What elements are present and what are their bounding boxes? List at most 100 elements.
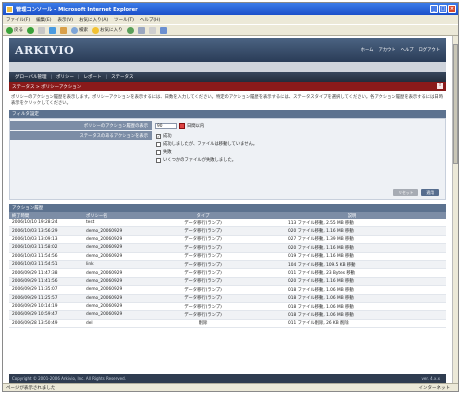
cell-description: 011 ファイル移動, 23 Bytes 移動 <box>288 271 355 277</box>
table-row[interactable]: 2006/10/03 11:54:56 demo_20060929 データ移行(ラン… <box>9 253 446 261</box>
table-row[interactable]: 2006/10/10 19:28:24 test データ移行(ランプ) 113 ファイ… <box>9 219 446 228</box>
cell-type: データ移行(ランプ) <box>184 262 222 268</box>
days-input[interactable]: 90 <box>155 122 177 129</box>
cell-end-time[interactable]: 2006/10/03 11:54:56 <box>9 254 84 259</box>
close-button[interactable]: × <box>448 5 456 13</box>
star-icon <box>92 26 99 34</box>
home-link[interactable]: ホーム <box>361 47 374 53</box>
cell-end-time[interactable]: 2006/10/10 19:28:24 <box>9 220 84 225</box>
cell-end-time[interactable]: 2006/10/03 11:58:02 <box>9 245 84 250</box>
col-policy-name[interactable]: ポリシー名 <box>84 213 148 219</box>
menu-tools[interactable]: ツール(T) <box>114 17 134 23</box>
menu-favorites[interactable]: お気に入り(A) <box>79 17 108 23</box>
table-row[interactable]: 2006/09/29 10:14:19 demo_20060929 データ移行(ラン… <box>9 303 446 312</box>
reset-button[interactable]: リセット <box>393 189 419 196</box>
menu-file[interactable]: ファイル(F) <box>6 17 30 23</box>
page-footer: Copyright © 2001-2006 Arkivio, Inc. All … <box>9 374 446 383</box>
stop-icon[interactable] <box>38 26 45 34</box>
cell-description: 104 ファイル移動, 109.5 KB 移動 <box>288 262 356 268</box>
calendar-icon[interactable] <box>179 122 185 129</box>
back-button[interactable]: 戻る <box>6 26 23 34</box>
cell-type: データ移行(ランプ) <box>184 254 222 260</box>
nav-separator: | <box>105 74 108 80</box>
table-row[interactable]: 2006/10/03 13:09:13 demo_20060929 データ移行(ラン… <box>9 236 446 245</box>
menu-edit[interactable]: 編集(E) <box>36 17 51 23</box>
status-bar: ページが表示されました インターネット <box>3 383 458 391</box>
cell-description: 019 ファイル移動, 1.16 MB 移動 <box>288 254 354 260</box>
print-icon[interactable] <box>148 26 156 34</box>
table-row[interactable]: 2006/10/03 11:54:51 link データ移行(ランプ) 104 ファイ… <box>9 260 446 270</box>
table-row[interactable]: 2006/10/03 13:56:29 demo_20060929 データ移行(ラン… <box>9 227 446 236</box>
forward-arrow-icon[interactable] <box>27 26 34 34</box>
status-option-partial[interactable]: いくつかのファイルが失敗しました。 <box>156 156 257 164</box>
cell-policy-name: link <box>86 262 94 268</box>
col-description[interactable]: 説明 <box>258 213 446 219</box>
table-row[interactable]: 2006/09/29 11:25:57 demo_20060929 データ移行(ラン… <box>9 294 446 303</box>
table-body: 2006/10/10 19:28:24 test データ移行(ランプ) 113 ファイ… <box>9 219 446 329</box>
breadcrumb: ステータス > ポリシーアクション ! <box>9 82 446 91</box>
cell-description: 018 ファイル移動, 1.06 MB 移動 <box>288 304 354 310</box>
refresh-icon[interactable] <box>49 26 56 34</box>
table-row[interactable]: 2006/09/29 11:35:07 demo_20060929 データ移行(ラン… <box>9 286 446 295</box>
ie-icon <box>6 5 13 13</box>
cell-end-time[interactable]: 2006/09/29 10:59:47 <box>9 312 84 317</box>
checkbox[interactable] <box>156 157 161 163</box>
minimize-button[interactable]: _ <box>430 5 438 13</box>
cell-policy-name: test <box>86 220 95 226</box>
nav-report[interactable]: レポート <box>84 74 102 80</box>
cell-policy-name: demo_20060929 <box>86 312 123 318</box>
status-option-no-move[interactable]: 成功しましたが、ファイルは移動していません。 <box>156 140 257 148</box>
cell-policy-name: demo_20060929 <box>86 253 123 259</box>
status-option-success[interactable]: ✓ 成功 <box>156 132 257 140</box>
scroll-thumb[interactable] <box>453 44 458 164</box>
cell-end-time[interactable]: 2006/09/28 13:50:49 <box>9 321 84 326</box>
cell-type: データ移行(ランプ) <box>184 304 222 310</box>
menu-view[interactable]: 表示(V) <box>57 17 73 23</box>
cell-description: 018 ファイル移動, 1.06 MB 移動 <box>288 296 354 302</box>
nav-global-admin[interactable]: グローバル管理 <box>15 74 46 80</box>
cell-end-time[interactable]: 2006/09/29 11:41:56 <box>9 279 84 284</box>
search-button[interactable]: 検索 <box>71 26 88 34</box>
cell-end-time[interactable]: 2006/09/29 11:35:07 <box>9 287 84 292</box>
app-header: ARKIVIO ホーム アカウト ヘルプ ログアウト <box>9 38 446 62</box>
col-type[interactable]: タイプ <box>148 213 258 219</box>
menu-help[interactable]: ヘルプ(H) <box>140 17 160 23</box>
media-icon[interactable] <box>126 26 134 34</box>
cell-type: データ移行(ランプ) <box>184 296 222 302</box>
edit-icon[interactable] <box>159 26 167 34</box>
cell-end-time[interactable]: 2006/09/29 11:25:57 <box>9 296 84 301</box>
status-text: ページが表示されました <box>6 386 56 391</box>
cell-end-time[interactable]: 2006/10/03 13:09:13 <box>9 237 84 242</box>
help-link[interactable]: ヘルプ <box>401 47 414 53</box>
nav-policy[interactable]: ポリシー <box>56 74 74 80</box>
account-link[interactable]: アカウト <box>378 47 395 53</box>
cell-type: データ移行(ランプ) <box>184 271 222 277</box>
col-end-time[interactable]: 終了時間 <box>9 213 84 219</box>
alert-icon[interactable]: ! <box>437 83 443 89</box>
checkbox[interactable] <box>156 141 161 147</box>
maximize-button[interactable]: □ <box>439 5 447 13</box>
status-option-failed[interactable]: 失敗 <box>156 148 257 156</box>
cell-end-time[interactable]: 2006/09/29 10:14:19 <box>9 304 84 309</box>
table-row[interactable]: 2006/10/03 11:58:02 demo_20060929 データ移行(ラン… <box>9 244 446 253</box>
checkbox-checked[interactable]: ✓ <box>156 133 161 139</box>
cell-description: 020 ファイル移動, 1.16 MB 移動 <box>288 245 354 251</box>
table-row[interactable]: 2006/09/29 11:41:56 demo_20060929 データ移行(ラン… <box>9 277 446 287</box>
vertical-scrollbar[interactable] <box>452 36 458 383</box>
title-bar: 管理コンソール - Microsoft Internet Explorer _ … <box>3 3 458 15</box>
apply-button[interactable]: 適用 <box>421 189 439 196</box>
cell-end-time[interactable]: 2006/10/03 13:56:29 <box>9 229 84 234</box>
cell-description: 011 ファイル削除, 26 KB 削除 <box>288 321 349 327</box>
cell-policy-name: demo_20060929 <box>86 245 123 251</box>
checkbox[interactable] <box>156 149 161 155</box>
table-row[interactable]: 2006/09/28 13:50:49 del 削除 011 ファイル削除, 26 K… <box>9 320 446 329</box>
mail-icon[interactable] <box>137 26 145 34</box>
favorites-button[interactable]: お気に入り <box>92 26 123 34</box>
home-icon[interactable] <box>60 26 67 34</box>
table-row[interactable]: 2006/09/29 10:59:47 demo_20060929 データ移行(ラン… <box>9 311 446 320</box>
nav-status[interactable]: ステータス <box>111 74 134 80</box>
cell-end-time[interactable]: 2006/09/29 11:47:38 <box>9 271 84 276</box>
table-row[interactable]: 2006/09/29 11:47:38 demo_20060929 データ移行(ラン… <box>9 269 446 278</box>
cell-end-time[interactable]: 2006/10/03 11:54:51 <box>9 262 84 267</box>
logout-link[interactable]: ログアウト <box>419 47 440 53</box>
